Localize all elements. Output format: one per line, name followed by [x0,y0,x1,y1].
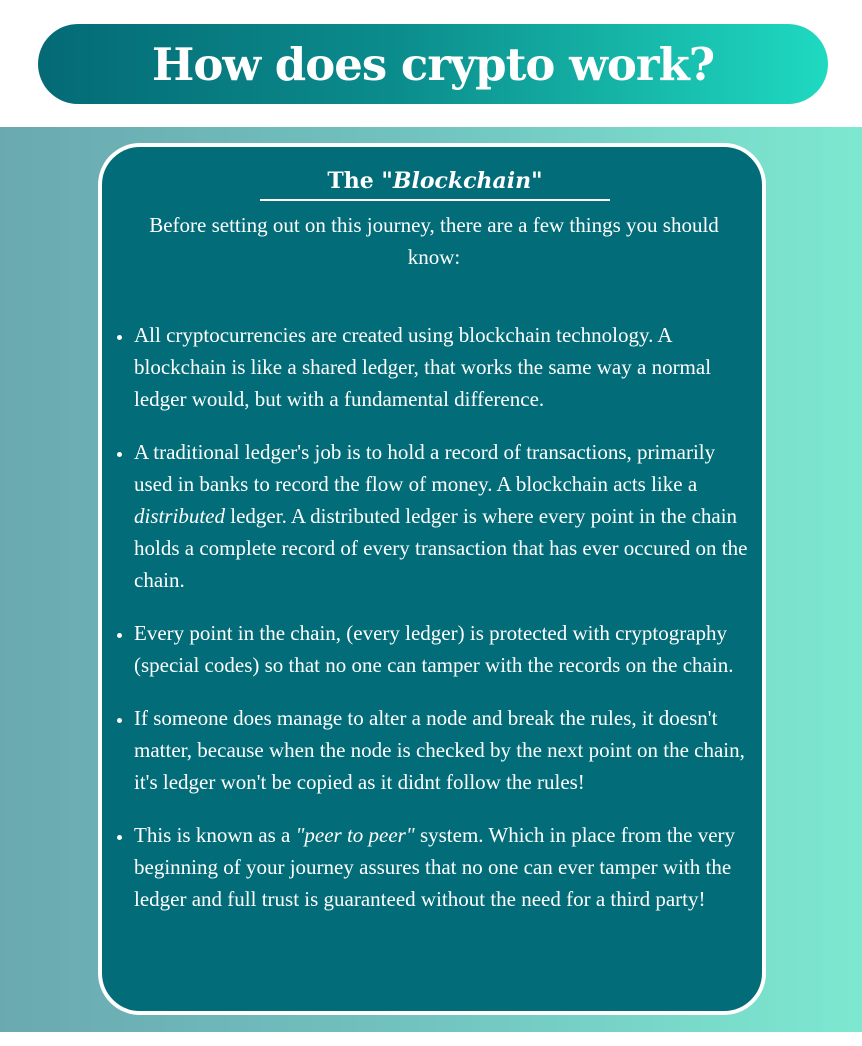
page-header-banner: How does crypto work? [38,24,828,104]
point-text-after: ledger. A distributed ledger is where ev… [134,504,748,592]
point-text-emphasis: distributed [134,504,226,528]
point-text: Every point in the chain, (every ledger)… [134,621,734,677]
blockchain-points-list: All cryptocurrencies are created using b… [114,319,758,936]
list-item: If someone does manage to alter a node a… [134,702,758,798]
blockchain-info-card: The "Blockchain" Before setting out on t… [98,143,766,1015]
card-title-prefix: The [327,168,382,194]
card-title: The "Blockchain" [260,165,610,201]
list-item: All cryptocurrencies are created using b… [134,319,758,415]
card-intro: Before setting out on this journey, ther… [149,213,719,269]
list-item: This is known as a "peer to peer" system… [134,819,758,915]
page-title: How does crypto work? [151,37,715,91]
card-title-emphasis: "Blockchain" [381,168,543,194]
list-item: A traditional ledger's job is to hold a … [134,436,758,596]
point-text: All cryptocurrencies are created using b… [134,323,712,411]
list-item: Every point in the chain, (every ledger)… [134,617,758,681]
point-text: If someone does manage to alter a node a… [134,706,745,794]
point-text-emphasis: "peer to peer" [295,823,415,847]
point-text-before: This is known as a [134,823,296,847]
point-text-before: A traditional ledger's job is to hold a … [134,440,716,496]
